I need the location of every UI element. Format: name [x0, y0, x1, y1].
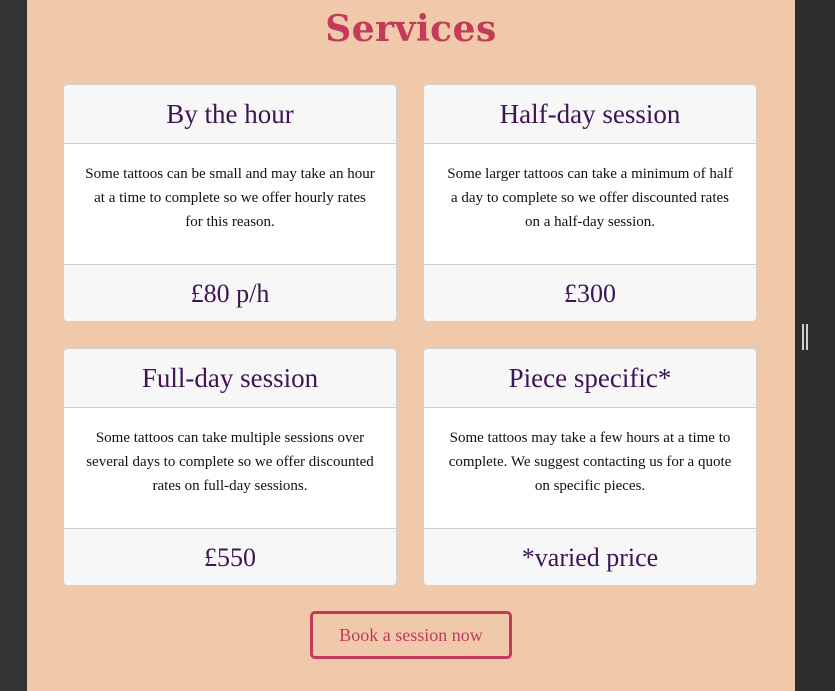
resize-handle[interactable]	[801, 324, 809, 350]
service-card-piece-specific: Piece specific* Some tattoos may take a …	[423, 348, 757, 586]
service-card-title: Full-day session	[64, 349, 396, 408]
service-card-price: £80 p/h	[64, 264, 396, 321]
service-card-price: £300	[424, 264, 756, 321]
service-card-description: Some tattoos may take a few hours at a t…	[448, 430, 732, 494]
section-title: Services	[325, 8, 497, 50]
service-card-title: By the hour	[64, 85, 396, 144]
resize-handle-bar	[802, 324, 804, 350]
service-card-price: *varied price	[424, 528, 756, 585]
book-session-button[interactable]: Book a session now	[310, 611, 512, 659]
service-card-by-the-hour: By the hour Some tattoos can be small an…	[63, 84, 397, 322]
service-card-half-day: Half-day session Some larger tattoos can…	[423, 84, 757, 322]
service-card-description: Some larger tattoos can take a minimum o…	[447, 166, 733, 230]
service-card-title: Piece specific*	[424, 349, 756, 408]
service-card-price: £550	[64, 528, 396, 585]
service-card-full-day: Full-day session Some tattoos can take m…	[63, 348, 397, 586]
service-card-description: Some tattoos can take multiple sessions …	[86, 430, 374, 494]
service-card-title: Half-day session	[424, 85, 756, 144]
service-card-description: Some tattoos can be small and may take a…	[85, 166, 375, 230]
resize-handle-bar	[806, 324, 808, 350]
